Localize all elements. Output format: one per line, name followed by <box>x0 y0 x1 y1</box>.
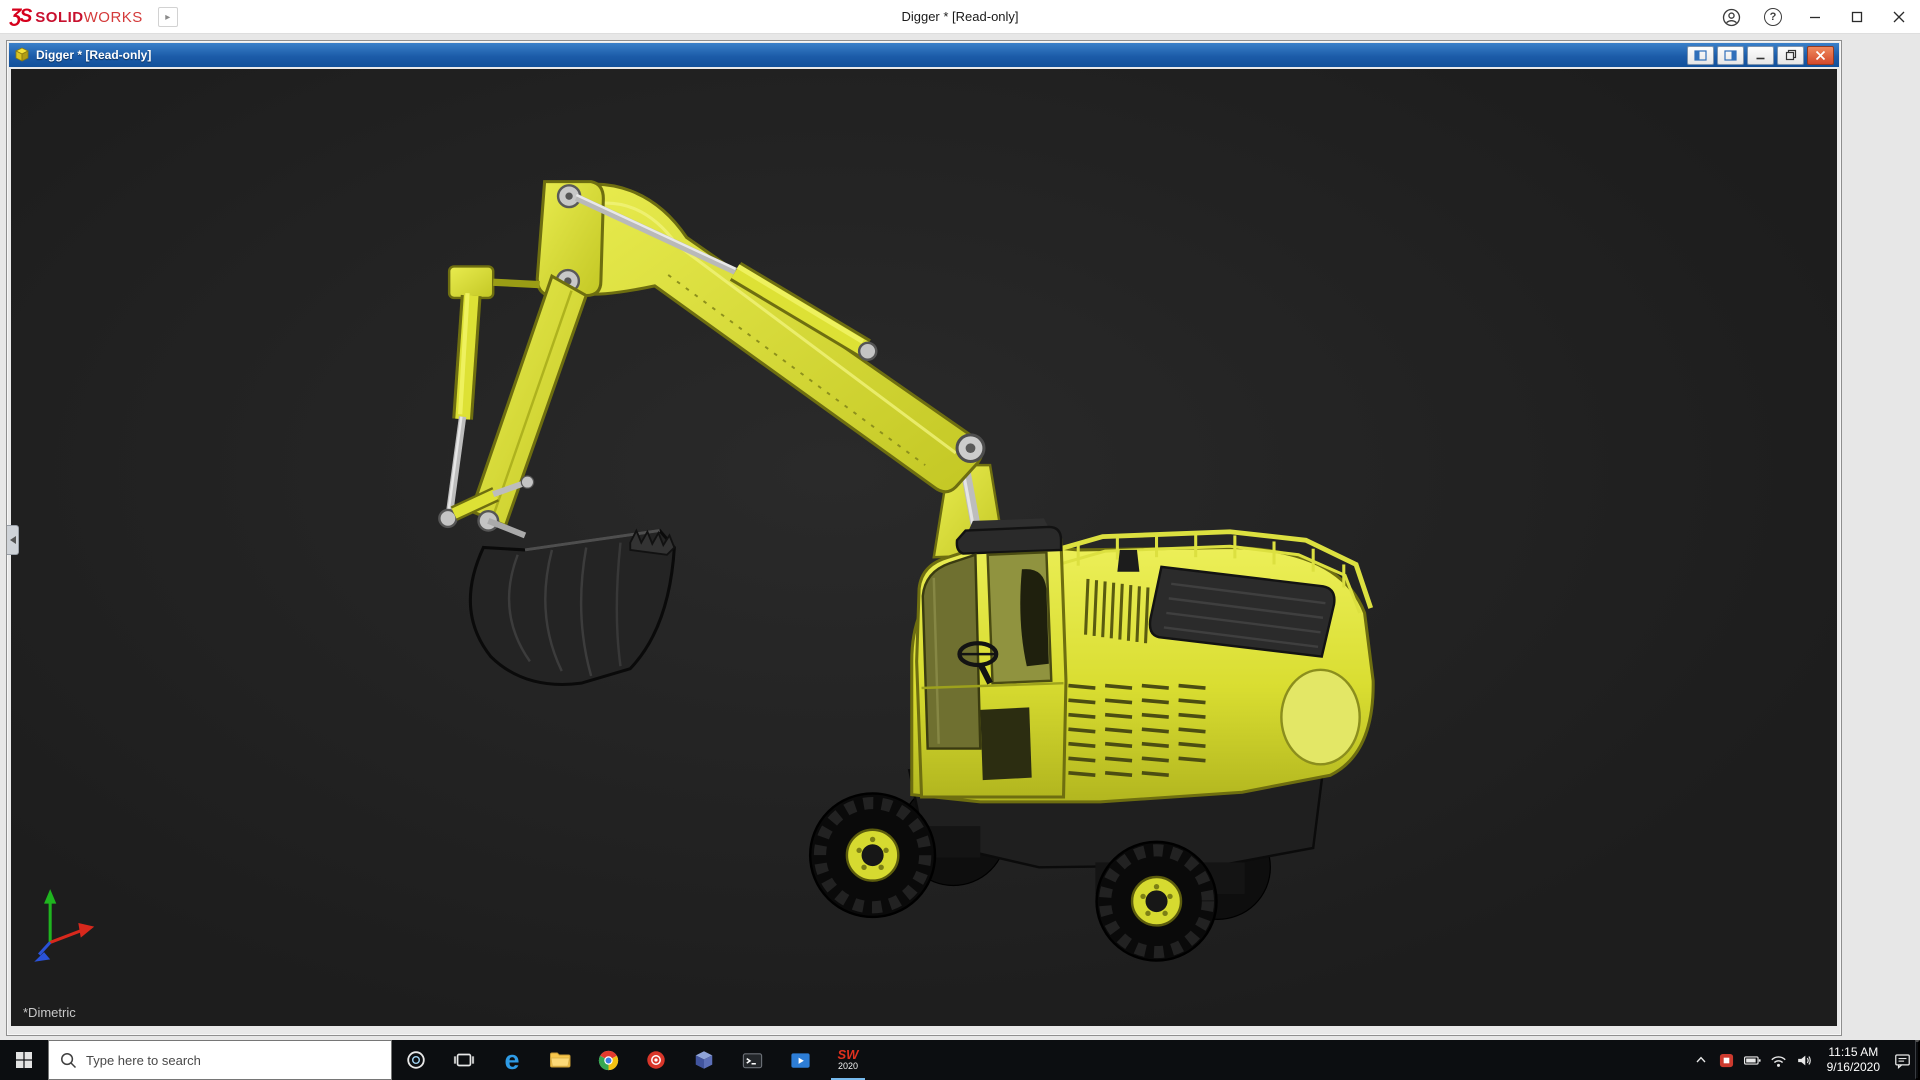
app-window-title: Digger * [Read-only] <box>901 9 1019 24</box>
pinned-apps: e SW 2020 <box>392 1040 872 1080</box>
document-title: Digger * [Read-only] <box>36 48 152 62</box>
tray-network-button[interactable] <box>1766 1040 1792 1080</box>
body-end-panel <box>1280 668 1361 766</box>
app-minimize-button[interactable] <box>1794 0 1836 34</box>
pane-left-button[interactable] <box>1687 45 1714 65</box>
show-desktop-button[interactable] <box>1915 1040 1920 1080</box>
wordmark-works: WORKS <box>83 8 143 26</box>
start-button[interactable] <box>0 1040 48 1080</box>
taskbar-media-app-button[interactable] <box>776 1040 824 1080</box>
part-document-icon <box>15 47 29 62</box>
tray-app-icon <box>1720 1053 1734 1067</box>
collapsed-panel-tab[interactable] <box>7 525 19 555</box>
cube-app-icon <box>695 1051 713 1069</box>
pane-right-icon <box>1724 49 1737 61</box>
doc-restore-button[interactable] <box>1777 45 1804 65</box>
minimize-icon <box>1810 16 1820 19</box>
task-view-icon <box>453 1053 475 1067</box>
search-icon <box>61 1052 77 1068</box>
cab <box>915 518 1068 799</box>
media-app-icon <box>790 1052 810 1068</box>
taskbar-search[interactable] <box>48 1040 392 1080</box>
tray-app-button[interactable] <box>1714 1040 1740 1080</box>
seat <box>1020 569 1049 667</box>
maximize-icon <box>1851 11 1863 23</box>
dassault-3ds-logo-icon: ƷS <box>10 6 32 27</box>
solidworks-icon: SW <box>837 1047 859 1062</box>
chrome-icon <box>598 1050 618 1070</box>
action-center-icon <box>1894 1053 1910 1069</box>
cortana-icon <box>407 1051 425 1069</box>
menu-expand-button[interactable]: ▸ <box>157 7 178 27</box>
tray-battery-button[interactable] <box>1740 1040 1766 1080</box>
clock-date: 9/16/2020 <box>1826 1060 1880 1074</box>
tray-volume-button[interactable] <box>1792 1040 1818 1080</box>
doc-close-button[interactable] <box>1807 45 1834 65</box>
action-center-button[interactable] <box>1889 1040 1915 1080</box>
windshield <box>921 553 982 750</box>
graphics-viewport[interactable]: *Dimetric <box>11 69 1837 1026</box>
close-icon <box>1893 11 1905 23</box>
taskbar-cortana-button[interactable] <box>392 1040 440 1080</box>
windows-logo-icon <box>16 1052 32 1068</box>
wifi-icon <box>1771 1055 1786 1067</box>
exhaust-stub <box>1117 549 1140 572</box>
app-close-button[interactable] <box>1878 0 1920 34</box>
taskbar-file-explorer-button[interactable] <box>536 1040 584 1080</box>
solidworks-brand: ƷS SOLIDWORKS ▸ <box>10 0 178 34</box>
document-titlebar[interactable]: Digger * [Read-only] <box>9 43 1839 67</box>
front-wheel <box>808 792 937 919</box>
wordmark-solid: SOLID <box>35 8 84 26</box>
taskbar-edge-button[interactable]: e <box>488 1040 536 1080</box>
restore-icon <box>1785 49 1796 61</box>
app-maximize-button[interactable] <box>1836 0 1878 34</box>
solidworks-wordmark: SOLIDWORKS <box>35 9 143 26</box>
help-button[interactable]: ? <box>1752 0 1794 34</box>
pane-left-icon <box>1694 49 1707 61</box>
stick-cylinder-bracket <box>447 265 495 300</box>
file-explorer-icon <box>550 1052 571 1068</box>
chevron-left-icon <box>9 536 16 544</box>
user-account-icon <box>1722 8 1740 26</box>
red-app-icon <box>647 1051 665 1069</box>
stick-cylinder <box>438 292 482 529</box>
taskbar-red-app-button[interactable] <box>632 1040 680 1080</box>
minimize-icon <box>1756 57 1765 59</box>
orientation-triad[interactable] <box>34 889 95 962</box>
account-button[interactable] <box>1710 0 1752 34</box>
command-prompt-icon <box>742 1052 762 1068</box>
pane-right-button[interactable] <box>1717 45 1744 65</box>
chevron-up-icon <box>1696 1056 1706 1063</box>
battery-icon <box>1744 1055 1761 1065</box>
taskbar-clock[interactable]: 11:15 AM 9/16/2020 <box>1818 1040 1889 1080</box>
speaker-icon <box>1798 1055 1811 1065</box>
solidworks-version-badge: 2020 <box>837 1061 859 1071</box>
taskbar-cube-app-button[interactable] <box>680 1040 728 1080</box>
app-window-controls: ? <box>1710 0 1920 34</box>
taskbar-solidworks-button[interactable]: SW 2020 <box>824 1040 872 1080</box>
view-orientation-label: *Dimetric <box>23 1005 76 1020</box>
system-tray: 11:15 AM 9/16/2020 <box>1688 1040 1920 1080</box>
rear-wheel <box>1095 840 1218 962</box>
taskbar-task-view-button[interactable] <box>440 1040 488 1080</box>
help-icon: ? <box>1764 8 1782 26</box>
windows-taskbar: e <box>0 1040 1920 1080</box>
edge-icon: e <box>504 1044 520 1075</box>
excavator-3d-model[interactable] <box>11 69 1837 1026</box>
bucket <box>468 528 676 686</box>
tray-overflow-button[interactable] <box>1688 1040 1714 1080</box>
doc-minimize-button[interactable] <box>1747 45 1774 65</box>
solidworks-app-window: ƷS SOLIDWORKS ▸ Digger * [Read-only] ? D… <box>0 0 1920 1080</box>
boom-arm <box>548 182 984 494</box>
close-icon <box>1815 50 1826 60</box>
taskbar-command-prompt-button[interactable] <box>728 1040 776 1080</box>
document-window: Digger * [Read-only] *Dimetric <box>6 40 1842 1036</box>
door-lower-panel <box>980 707 1032 781</box>
taskbar-chrome-button[interactable] <box>584 1040 632 1080</box>
document-window-controls <box>1687 45 1834 65</box>
app-titlebar[interactable]: ƷS SOLIDWORKS ▸ Digger * [Read-only] ? <box>0 0 1920 34</box>
clock-time: 11:15 AM <box>1828 1045 1879 1059</box>
search-input[interactable] <box>86 1052 380 1068</box>
